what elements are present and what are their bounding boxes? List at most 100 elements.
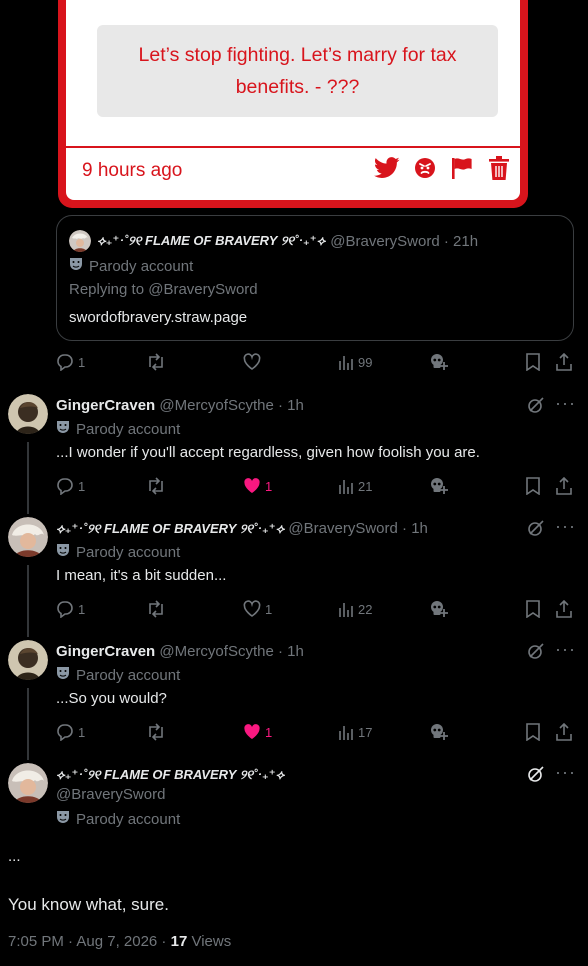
view-count: 17 [170,933,188,950]
quoted-tweet-header: ⟡₊⁺‧˚୨୧ FLAME OF BRAVERY ୨୧˚‧₊⁺⟡ @Braver… [69,230,478,252]
grok-button[interactable] [430,475,448,497]
timestamp[interactable]: 1h [411,520,428,537]
bar-chart-icon [339,480,353,494]
share-button[interactable] [556,475,572,497]
like-button[interactable]: 1 [243,475,272,497]
display-name[interactable]: ⟡₊⁺‧˚୨୧ FLAME OF BRAVERY ୨୧˚‧₊⁺⟡ [56,767,284,782]
timestamp[interactable]: 1h [287,643,304,660]
parody-label: Parody account [56,810,180,828]
share-button[interactable] [556,351,572,373]
view-count: 21 [358,478,373,494]
retweet-button[interactable] [146,721,166,743]
thread-line [27,565,29,637]
bookmark-button[interactable] [526,475,540,497]
grok-icon[interactable] [527,642,545,665]
share-button[interactable] [556,598,572,620]
theater-mask-icon [69,257,83,275]
more-options-button[interactable]: ··· [555,762,576,783]
display-name[interactable]: GingerCraven [56,397,155,414]
quoted-tweet[interactable]: ⟡₊⁺‧˚୨୧ FLAME OF BRAVERY ୨୧˚‧₊⁺⟡ @Braver… [56,215,574,341]
card-actions [374,156,510,180]
view-count: 99 [358,354,373,370]
tweet-header: ⟡₊⁺‧˚୨୧ FLAME OF BRAVERY ୨୧˚‧₊⁺⟡ [56,766,284,783]
reply-count: 1 [78,601,86,617]
heart-filled-icon [244,478,260,493]
heart-icon [243,353,261,370]
timestamp[interactable]: 21h [453,233,478,250]
display-name[interactable]: ⟡₊⁺‧˚୨୧ FLAME OF BRAVERY ୨୧˚‧₊⁺⟡ [56,521,284,536]
view-count: 22 [358,601,373,617]
reply-button[interactable]: 1 [56,598,85,620]
view-count: 17 [358,724,373,740]
grok-icon[interactable] [527,765,545,788]
flag-icon[interactable] [450,157,474,179]
bookmark-button[interactable] [526,721,540,743]
tweet-text: ...So you would? [56,690,167,707]
grok-icon[interactable] [527,519,545,542]
more-options-button[interactable]: ··· [555,639,576,660]
views-button[interactable]: 99 [338,351,372,373]
main-tweet-text-1: ... [8,848,21,865]
handle[interactable]: @BraverySword [330,233,439,250]
twitter-bird-icon[interactable] [374,157,400,179]
parody-text: Parody account [76,420,181,438]
bookmark-icon [526,477,540,495]
bookmark-icon [526,723,540,741]
like-count: 1 [265,478,273,494]
views-button[interactable]: 22 [338,598,372,620]
timestamp[interactable]: 1h [287,397,304,414]
parody-label: Parody account [56,666,180,684]
angry-face-icon[interactable] [414,157,436,179]
parody-label: Parody account [69,257,193,275]
bar-chart-icon [339,603,353,617]
parody-text: Parody account [76,543,181,561]
avatar[interactable] [8,763,48,803]
action-bar: 1 1 21 [56,475,576,497]
share-icon [556,600,572,618]
grok-icon[interactable] [527,396,545,419]
reply-count: 1 [78,478,86,494]
reply-button[interactable]: 1 [56,721,85,743]
more-options-button[interactable]: ··· [555,516,576,537]
like-button[interactable]: 1 [243,721,272,743]
trash-icon[interactable] [488,156,510,180]
display-name[interactable]: ⟡₊⁺‧˚୨୧ FLAME OF BRAVERY ୨୧˚‧₊⁺⟡ [97,233,325,249]
skull-plus-icon [431,478,448,494]
bookmark-button[interactable] [526,351,540,373]
tweet-header: GingerCraven @MercyofScythe · 1h [56,397,304,414]
retweet-button[interactable] [146,475,166,497]
skull-plus-icon [431,354,448,370]
display-name[interactable]: GingerCraven [56,643,155,660]
retweet-button[interactable] [146,351,166,373]
more-options-button[interactable]: ··· [555,393,576,414]
reply-button[interactable]: 1 [56,351,85,373]
action-bar: 1 99 [56,351,576,373]
grok-button[interactable] [430,721,448,743]
bookmark-button[interactable] [526,598,540,620]
action-bar: 1 1 22 [56,598,576,620]
views-button[interactable]: 17 [338,721,372,743]
grok-button[interactable] [430,598,448,620]
quote-box: Let’s stop fighting. Let’s marry for tax… [97,25,498,117]
handle[interactable]: @BraverySword [288,520,397,537]
handle[interactable]: @MercyofScythe [159,397,273,414]
avatar[interactable] [8,640,48,680]
views-button[interactable]: 21 [338,475,372,497]
retweet-button[interactable] [146,598,166,620]
retweet-icon [149,477,163,495]
handle[interactable]: @BraverySword [56,786,165,803]
timestamp[interactable]: 7:05 PM · Aug 7, 2026 · [8,933,166,950]
avatar[interactable] [8,394,48,434]
retweet-icon [149,353,163,371]
avatar[interactable] [8,517,48,557]
reply-button[interactable]: 1 [56,475,85,497]
replying-to[interactable]: Replying to @BraverySword [69,281,258,298]
handle[interactable]: @MercyofScythe [159,643,273,660]
skull-plus-icon [431,601,448,617]
grok-button[interactable] [430,351,448,373]
card-divider [66,146,520,148]
quoted-tweet-text: swordofbravery.straw.page [69,309,248,326]
like-button[interactable]: 1 [243,598,272,620]
like-button[interactable] [243,351,261,373]
share-button[interactable] [556,721,572,743]
